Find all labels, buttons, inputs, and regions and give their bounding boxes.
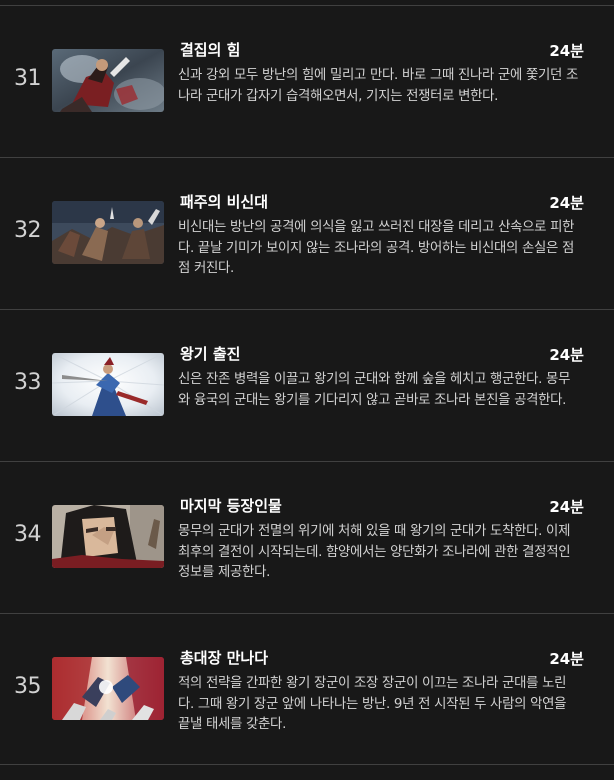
episode-title: 왕기 출진 xyxy=(180,345,241,363)
episode-thumbnail[interactable] xyxy=(52,657,164,720)
clash-thumbnail-icon xyxy=(52,657,164,720)
episode-number: 35 xyxy=(14,674,42,699)
episode-number: 33 xyxy=(14,370,42,395)
episode-thumbnail[interactable] xyxy=(52,505,164,568)
episode-duration: 24분 xyxy=(549,346,584,364)
episode-duration: 24분 xyxy=(549,42,584,60)
warrior-light-thumbnail-icon xyxy=(52,353,164,416)
episode-item[interactable]: 33 왕기 출진 24분 신은 잔존 병력을 이끌고 왕기의 군대와 함께 숲을… xyxy=(0,309,614,461)
episode-title: 결집의 힘 xyxy=(180,41,241,59)
episode-thumbnail[interactable] xyxy=(52,49,164,112)
episode-duration: 24분 xyxy=(549,194,584,212)
episode-description: 신은 잔존 병력을 이끌고 왕기의 군대와 함께 숲을 헤치고 행군한다. 몽무… xyxy=(178,372,571,408)
episode-description: 적의 전략을 간파한 왕기 장군이 조장 장군이 이끄는 조나라 군대를 노린다… xyxy=(178,676,567,732)
episode-list: 31 결집의 힘 24분 신과 강외 모두 방난의 힘에 밀리고 만다. 바로 … xyxy=(0,5,614,765)
episode-item[interactable]: 34 마지막 등장인물 24분 몽무의 군대가 전멸의 위기에 처해 있을 때 … xyxy=(0,461,614,613)
cavalry-thumbnail-icon xyxy=(52,201,164,264)
battle-scene-thumbnail-icon xyxy=(52,49,164,112)
episode-item[interactable]: 32 패주의 비신대 24분 비신대는 방난의 공격에 의식을 잃고 쓰러진 대… xyxy=(0,157,614,309)
episode-number: 31 xyxy=(14,66,42,91)
episode-thumbnail[interactable] xyxy=(52,353,164,416)
episode-title: 마지막 등장인물 xyxy=(180,497,282,515)
episode-duration: 24분 xyxy=(549,498,584,516)
episode-item[interactable]: 31 결집의 힘 24분 신과 강외 모두 방난의 힘에 밀리고 만다. 바로 … xyxy=(0,5,614,157)
episode-title: 패주의 비신대 xyxy=(180,193,269,211)
episode-number: 34 xyxy=(14,522,42,547)
long-hair-man-thumbnail-icon xyxy=(52,505,164,568)
episode-description: 비신대는 방난의 공격에 의식을 잃고 쓰러진 대장을 데리고 산속으로 피한다… xyxy=(178,220,575,276)
episode-description: 몽무의 군대가 전멸의 위기에 처해 있을 때 왕기의 군대가 도착한다. 이제… xyxy=(178,524,571,580)
episode-title: 총대장 만나다 xyxy=(180,649,269,667)
episode-thumbnail[interactable] xyxy=(52,201,164,264)
episode-description: 신과 강외 모두 방난의 힘에 밀리고 만다. 바로 그때 진나라 군에 쫓기던… xyxy=(178,68,578,104)
episode-item[interactable]: 35 총대장 만나다 24분 적의 전략을 간파한 왕기 장군이 조장 장군이 … xyxy=(0,613,614,765)
episode-number: 32 xyxy=(14,218,42,243)
episode-duration: 24분 xyxy=(549,650,584,668)
